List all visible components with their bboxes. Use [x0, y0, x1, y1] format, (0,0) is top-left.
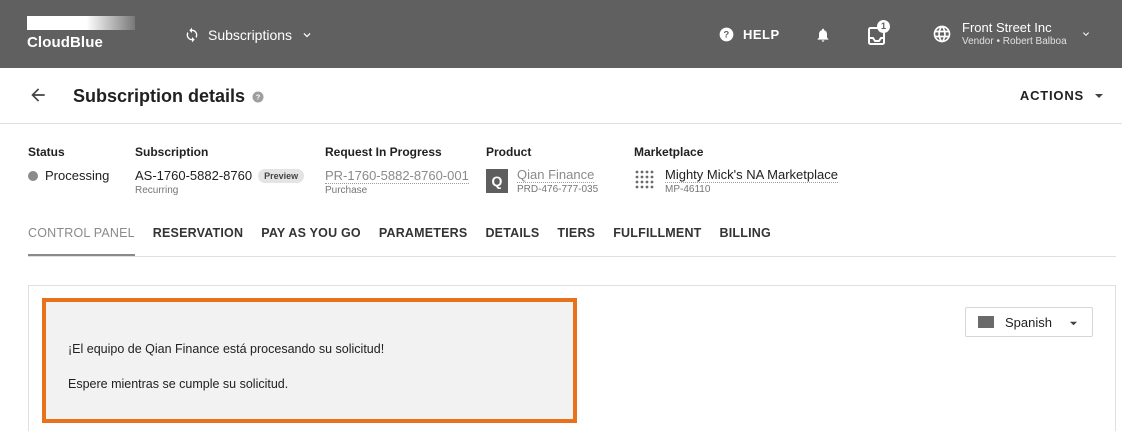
tasks-button[interactable]: 1	[868, 20, 890, 51]
product-link[interactable]: Qian Finance	[517, 167, 595, 183]
product-logo: Q	[486, 169, 508, 193]
cloudblue-logo[interactable]: CloudBlue	[27, 14, 135, 52]
tab-bar: CONTROL PANEL RESERVATION PAY AS YOU GO …	[28, 226, 789, 256]
svg-text:?: ?	[256, 92, 261, 101]
status-icon	[28, 171, 38, 181]
account-subtitle: Vendor • Robert Balboa	[962, 36, 1067, 47]
marketplace-label: Marketplace	[634, 145, 704, 159]
chevron-down-icon	[303, 33, 311, 38]
flag-icon	[978, 316, 994, 328]
sync-icon	[186, 27, 198, 43]
notifications-button[interactable]	[815, 27, 831, 48]
tab-tiers[interactable]: TIERS	[557, 226, 595, 256]
marketplace-grid-icon	[635, 170, 654, 189]
globe-icon	[933, 25, 951, 43]
account-name: Front Street Inc	[962, 20, 1052, 35]
help-label: HELP	[743, 27, 780, 42]
back-arrow-icon[interactable]	[28, 85, 48, 105]
actions-menu-button[interactable]: ACTIONS	[1020, 88, 1104, 103]
subscription-label: Subscription	[135, 145, 209, 159]
product-id: PRD-476-777-035	[517, 184, 599, 195]
status-text: Processing	[45, 168, 110, 183]
logo-graphic	[27, 16, 135, 30]
language-selected: Spanish	[1005, 314, 1052, 330]
tabs-divider	[28, 256, 1116, 257]
marketplace-id: MP-46110	[665, 184, 711, 195]
message-title: ¡El equipo de Qian Finance está procesan…	[68, 342, 385, 356]
message-body: Espere mientras se cumple su solicitud.	[68, 377, 289, 391]
request-field: Request In Progress PR-1760-5882-8760-00…	[325, 145, 469, 196]
subscription-field: Subscription AS-1760-5882-8760 Preview Re…	[135, 145, 305, 196]
page-title-text: Subscription details	[73, 86, 246, 106]
request-type: Purchase	[325, 185, 368, 196]
marketplace-field: Marketplace Mighty Mick's NA Marketplace…	[634, 145, 894, 205]
product-label: Product	[486, 145, 532, 159]
caret-down-icon	[1069, 321, 1078, 326]
account-switcher[interactable]: Front Street Inc Vendor • Robert Balboa	[932, 19, 1089, 49]
product-field: Product Q Qian Finance PRD-476-777-035	[486, 145, 626, 205]
page-title: Subscription details ?	[73, 86, 264, 107]
status-value: Processing	[28, 168, 109, 183]
request-link[interactable]: PR-1760-5882-8760-001	[325, 168, 469, 184]
bell-icon	[817, 28, 829, 42]
logo-text: CloudBlue	[27, 34, 103, 51]
module-switcher[interactable]: Subscriptions	[184, 24, 314, 46]
language-select[interactable]: Spanish	[965, 307, 1093, 337]
subscription-id: AS-1760-5882-8760	[135, 168, 253, 183]
caret-down-icon	[1095, 93, 1103, 98]
marketplace-link[interactable]: Mighty Mick's NA Marketplace	[665, 167, 838, 183]
chevron-down-icon	[1083, 32, 1089, 36]
info-icon[interactable]: ?	[252, 91, 264, 103]
status-field: Status Processing	[28, 145, 109, 183]
notification-badge: 1	[877, 20, 890, 33]
top-bar: CloudBlue Subscriptions ? HELP 1 Front S…	[0, 0, 1122, 68]
tab-billing[interactable]: BILLING	[720, 226, 771, 256]
module-label: Subscriptions	[208, 27, 293, 43]
subscription-type: Recurring	[135, 185, 179, 196]
processing-message-box: ¡El equipo de Qian Finance está procesan…	[42, 298, 577, 423]
help-button[interactable]: ? HELP	[719, 27, 780, 42]
tab-pay-as-you-go[interactable]: PAY AS YOU GO	[261, 226, 361, 256]
page-header: Subscription details ? ACTIONS	[0, 68, 1122, 124]
tab-fulfillment[interactable]: FULFILLMENT	[613, 226, 701, 256]
svg-text:?: ?	[723, 30, 729, 40]
actions-label: ACTIONS	[1019, 88, 1084, 103]
subscription-value: AS-1760-5882-8760 Preview	[135, 168, 305, 183]
status-label: Status	[28, 145, 65, 159]
preview-chip: Preview	[258, 169, 305, 183]
tab-details[interactable]: DETAILS	[485, 226, 539, 256]
tab-reservation[interactable]: RESERVATION	[153, 226, 243, 256]
request-label: Request In Progress	[325, 145, 442, 159]
tab-control-panel[interactable]: CONTROL PANEL	[28, 226, 135, 256]
help-icon: ?	[719, 27, 734, 42]
tab-parameters[interactable]: PARAMETERS	[379, 226, 468, 256]
